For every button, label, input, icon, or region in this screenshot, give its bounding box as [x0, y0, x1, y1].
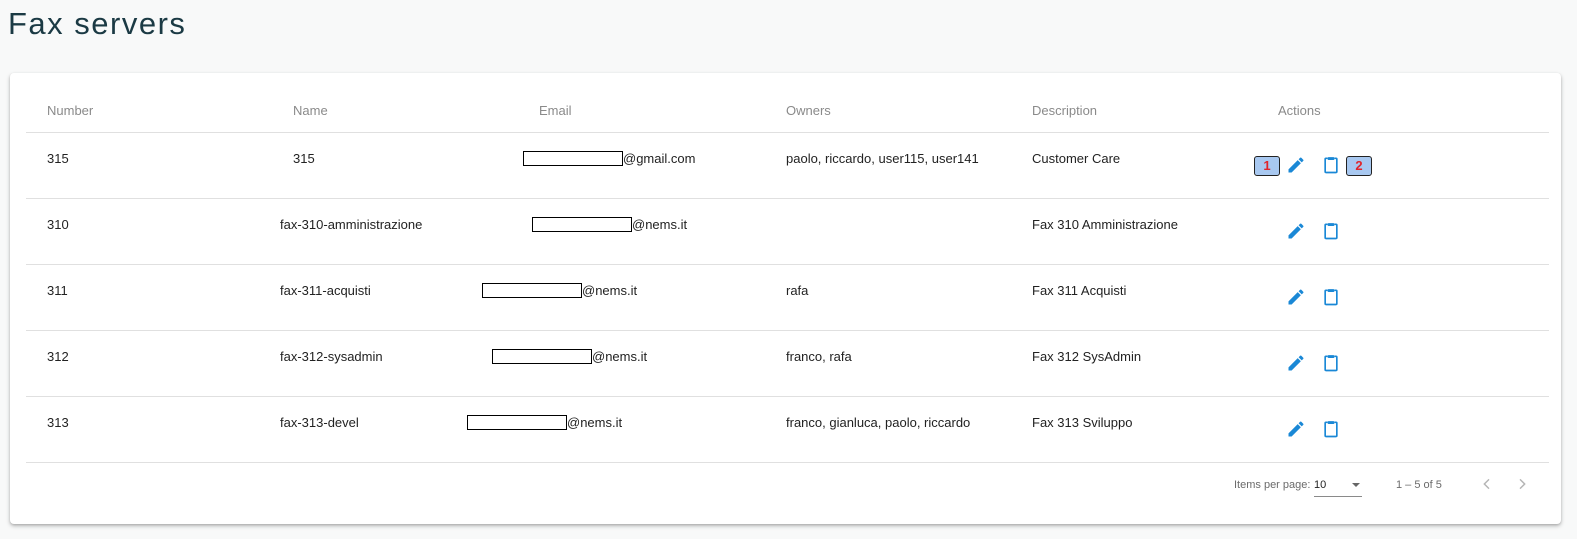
fax-servers-table: Number Name Email Owners Description Act…	[26, 73, 1549, 463]
cell-number: 315	[47, 151, 69, 166]
header-email[interactable]: Email	[539, 103, 572, 118]
cell-email: @nems.it	[467, 415, 622, 430]
annotation-badge: 2	[1346, 156, 1372, 176]
cell-email: @gmail.com	[523, 151, 695, 166]
clipboard-icon[interactable]	[1320, 220, 1342, 242]
email-domain: @nems.it	[582, 283, 638, 298]
page-range-label: 1 – 5 of 5	[1396, 479, 1442, 491]
cell-description: Fax 311 Acquisti	[1032, 283, 1127, 298]
clipboard-icon[interactable]	[1320, 154, 1342, 176]
edit-pencil-icon[interactable]	[1285, 220, 1307, 242]
cell-name: 315	[293, 151, 315, 166]
paginator: Items per page: 10 1 – 5 of 5	[10, 460, 1561, 510]
table-row: 312 fax-312-sysadmin @nems.it franco, ra…	[26, 331, 1549, 397]
header-actions: Actions	[1278, 103, 1321, 118]
cell-name: fax-311-acquisti	[280, 283, 371, 298]
redacted-email-box	[532, 217, 632, 232]
edit-pencil-icon[interactable]	[1285, 154, 1307, 176]
table-row: 313 fax-313-devel @nems.it franco, gianl…	[26, 397, 1549, 463]
chevron-right-icon	[1519, 478, 1526, 490]
email-domain: @nems.it	[592, 349, 648, 364]
redacted-email-box	[467, 415, 567, 430]
cell-owners: rafa	[786, 283, 809, 298]
cell-description: Fax 313 Sviluppo	[1032, 415, 1133, 430]
annotation-badge: 1	[1254, 156, 1280, 176]
cell-name: fax-312-sysadmin	[280, 349, 383, 364]
header-owners[interactable]: Owners	[786, 103, 831, 118]
cell-number: 311	[47, 283, 68, 298]
edit-pencil-icon[interactable]	[1285, 286, 1307, 308]
cell-description: Fax 312 SysAdmin	[1032, 349, 1142, 364]
fax-servers-card: Number Name Email Owners Description Act…	[10, 73, 1561, 524]
header-name[interactable]: Name	[293, 103, 328, 118]
cell-name: fax-313-devel	[280, 415, 359, 430]
edit-pencil-icon[interactable]	[1285, 418, 1307, 440]
table-row: 315 315 @gmail.com paolo, riccardo, user…	[26, 133, 1549, 199]
items-per-page-select[interactable]: 10	[1314, 472, 1362, 497]
clipboard-icon[interactable]	[1320, 286, 1342, 308]
clipboard-icon[interactable]	[1320, 352, 1342, 374]
email-domain: @gmail.com	[623, 151, 696, 166]
table-header-row: Number Name Email Owners Description Act…	[26, 73, 1549, 133]
header-number[interactable]: Number	[47, 103, 93, 118]
table-row: 310 fax-310-amministrazione @nems.it Fax…	[26, 199, 1549, 265]
email-domain: @nems.it	[567, 415, 623, 430]
redacted-email-box	[523, 151, 623, 166]
chevron-left-icon	[1483, 478, 1490, 490]
edit-pencil-icon[interactable]	[1285, 352, 1307, 374]
cell-email: @nems.it	[492, 349, 647, 364]
cell-number: 310	[47, 217, 69, 232]
cell-name: fax-310-amministrazione	[280, 217, 423, 232]
page-title: Fax servers	[8, 6, 187, 41]
cell-email: @nems.it	[532, 217, 687, 232]
next-page-button[interactable]	[1512, 474, 1532, 494]
cell-number: 312	[47, 349, 69, 364]
dropdown-caret-icon	[1352, 483, 1360, 487]
previous-page-button[interactable]	[1477, 474, 1497, 494]
email-domain: @nems.it	[632, 217, 688, 232]
redacted-email-box	[492, 349, 592, 364]
cell-owners: franco, gianluca, paolo, riccardo	[786, 415, 971, 430]
clipboard-icon[interactable]	[1320, 418, 1342, 440]
cell-description: Customer Care	[1032, 151, 1121, 166]
redacted-email-box	[482, 283, 582, 298]
table-row: 311 fax-311-acquisti @nems.it rafa Fax 3…	[26, 265, 1549, 331]
items-per-page-label: Items per page:	[1234, 479, 1311, 491]
cell-description: Fax 310 Amministrazione	[1032, 217, 1178, 232]
cell-email: @nems.it	[482, 283, 637, 298]
items-per-page-value: 10	[1314, 479, 1327, 491]
cell-number: 313	[47, 415, 69, 430]
cell-owners: franco, rafa	[786, 349, 852, 364]
header-description[interactable]: Description	[1032, 103, 1097, 118]
cell-owners: paolo, riccardo, user115, user141	[786, 151, 979, 166]
